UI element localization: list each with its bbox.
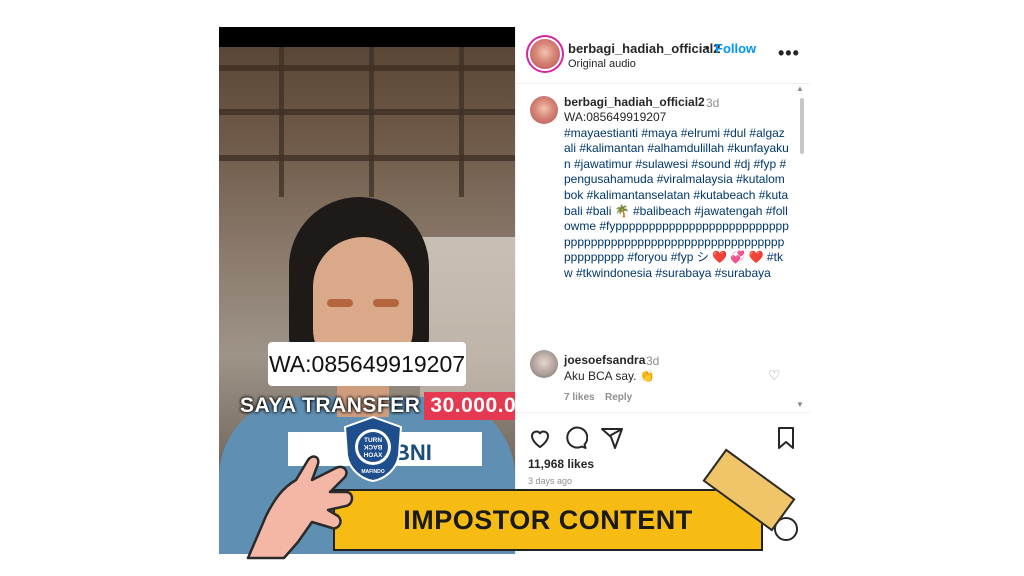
caption-username[interactable]: berbagi_hadiah_official2: [564, 95, 705, 109]
scroll-up-icon[interactable]: ▲: [796, 84, 804, 93]
share-icon[interactable]: [600, 426, 624, 450]
ceiling-beam: [279, 47, 284, 197]
likes-count[interactable]: 11,968 likes: [528, 457, 594, 471]
video-wa-caption: WA:085649919207: [268, 342, 466, 386]
caption-wa: WA:085649919207: [564, 110, 667, 124]
ceiling-beam: [459, 47, 464, 197]
follow-button[interactable]: Follow: [715, 41, 756, 56]
post-username[interactable]: berbagi_hadiah_official2: [568, 41, 720, 56]
heart-icon[interactable]: [528, 426, 552, 450]
badge-line2: BACK: [363, 443, 382, 450]
banner-label: IMPOSTOR CONTENT: [403, 504, 693, 535]
post-date: 3 days ago: [528, 476, 573, 486]
action-bar: [516, 426, 810, 450]
caption-hashtags[interactable]: #mayaestianti #maya #elrumi #dul #algaza…: [564, 126, 790, 282]
ceiling-beam: [219, 65, 515, 71]
scrollbar-thumb[interactable]: [800, 98, 804, 154]
separator-dot: •: [705, 40, 710, 55]
reply-button[interactable]: Reply: [605, 392, 632, 403]
post-panel: berbagi_hadiah_official2 • Follow Origin…: [515, 27, 810, 554]
audio-label[interactable]: Original audio: [568, 58, 636, 70]
impostor-content-banner: IMPOSTOR CONTENT: [333, 489, 763, 551]
bookmark-icon[interactable]: [774, 426, 798, 450]
caption-time: 3d: [706, 96, 720, 110]
avatar[interactable]: [530, 96, 558, 124]
ceiling-beam: [369, 47, 374, 197]
comment-like-icon[interactable]: ♡: [768, 367, 781, 384]
caption-text: WA:085649919207 #mayaestianti #maya #elr…: [564, 110, 790, 282]
video-top-bar: [219, 27, 515, 47]
badge-line1: TURN: [364, 437, 382, 444]
post-header: berbagi_hadiah_official2 • Follow Origin…: [516, 27, 810, 84]
scroll-down-icon[interactable]: ▼: [796, 400, 804, 409]
avatar[interactable]: [530, 39, 560, 69]
badge-org: MAFINDO: [361, 469, 384, 475]
comment-username[interactable]: joesoefsandra: [564, 353, 645, 367]
avatar[interactable]: [530, 350, 558, 378]
comment-icon[interactable]: [564, 426, 588, 450]
comments-section[interactable]: berbagi_hadiah_official2 3d WA:085649919…: [516, 84, 810, 413]
comment-text: Aku BCA say. 👏: [564, 369, 655, 383]
ceiling-beam: [219, 155, 515, 161]
badge-line3: HOAX: [364, 452, 383, 459]
comment-likes[interactable]: 7 likes: [564, 392, 595, 403]
ceiling-beam: [219, 109, 515, 115]
mafindo-badge: TURN BACK HOAX MAFINDO: [343, 415, 403, 483]
comment-time: 3d: [646, 354, 660, 368]
more-options-icon[interactable]: •••: [778, 43, 800, 64]
